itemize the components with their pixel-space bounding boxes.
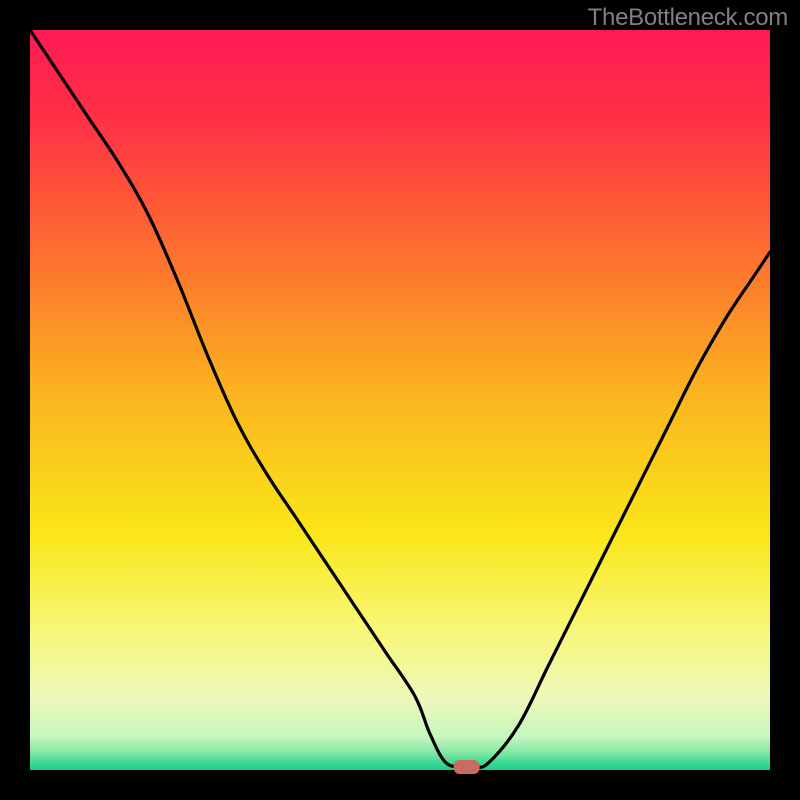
watermark-text: TheBottleneck.com bbox=[588, 4, 788, 32]
bottleneck-chart bbox=[0, 0, 800, 800]
plot-background bbox=[30, 30, 770, 770]
chart-stage: TheBottleneck.com bbox=[0, 0, 800, 800]
optimal-marker bbox=[454, 760, 480, 774]
